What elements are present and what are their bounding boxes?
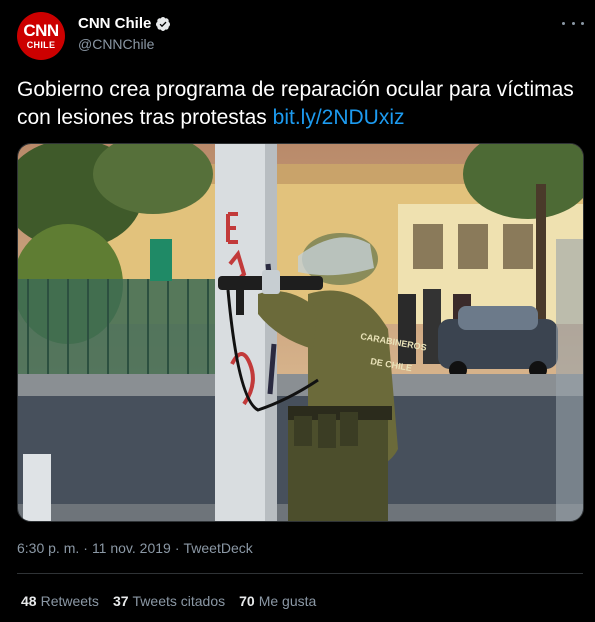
meta-separator: · — [83, 540, 88, 556]
tweet-date[interactable]: 11 nov. 2019 — [92, 540, 171, 556]
photo-illustration: CARABINEROS DE CHILE — [18, 144, 583, 521]
quotes-count: 37 — [112, 593, 129, 609]
quotes-stat[interactable]: 37 Tweets citados — [113, 593, 225, 609]
avatar[interactable]: CNN CHILE — [17, 12, 65, 60]
tweet-source[interactable]: TweetDeck — [184, 540, 253, 556]
tweet-text: Gobierno crea programa de reparación ocu… — [17, 76, 577, 132]
author-handle[interactable]: @CNNChile — [78, 36, 154, 52]
divider — [17, 573, 583, 574]
tweet-link[interactable]: bit.ly/2NDUxiz — [273, 106, 405, 129]
retweets-count: 48 — [21, 593, 37, 609]
tweet-time[interactable]: 6:30 p. m. — [17, 540, 79, 556]
meta-separator: · — [174, 540, 180, 556]
tweet-metadata: 6:30 p. m. · 11 nov. 2019 · TweetDeck — [17, 540, 253, 556]
likes-stat[interactable]: 70 Me gusta — [239, 593, 316, 609]
likes-count: 70 — [239, 593, 255, 609]
verified-badge-icon — [156, 16, 171, 31]
tweet-stats: 48 Retweets 37 Tweets citados 70 Me gusta — [21, 593, 316, 609]
likes-label: Me gusta — [258, 593, 317, 609]
avatar-logo-text: CNN — [23, 21, 59, 40]
tweet-photo[interactable]: CARABINEROS DE CHILE — [17, 143, 584, 522]
avatar-logo-subtext: CHILE — [26, 40, 56, 50]
quotes-label: Tweets citados — [132, 593, 226, 609]
retweets-stat[interactable]: 48 Retweets — [21, 593, 99, 609]
author-name[interactable]: CNN Chile — [78, 15, 151, 32]
retweets-label: Retweets — [40, 593, 99, 609]
author-name-row[interactable]: CNN Chile — [78, 15, 171, 32]
more-options-icon[interactable] — [562, 14, 584, 32]
